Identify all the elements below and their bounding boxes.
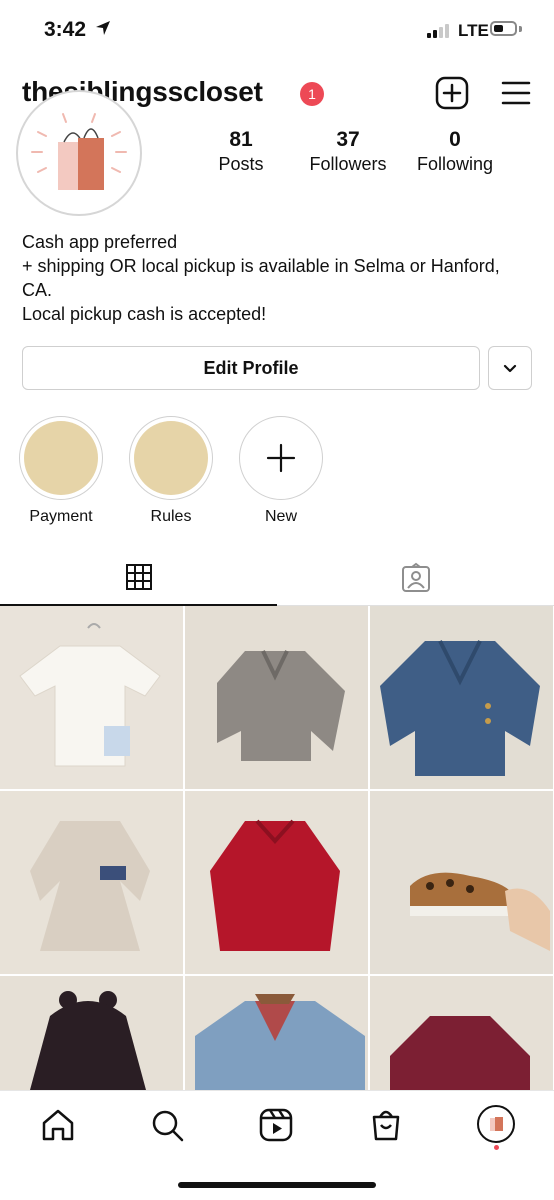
reels-icon[interactable] [256, 1105, 296, 1145]
tagged-person-icon [402, 562, 430, 592]
stat-following[interactable]: 0 Following [408, 128, 502, 175]
highlight-cover [134, 421, 208, 495]
highlight-rules[interactable]: Rules [128, 416, 214, 526]
stat-label: Followers [309, 154, 387, 174]
profile-tabs [0, 548, 554, 606]
red-coat-image [185, 791, 368, 974]
post-thumbnail[interactable] [185, 606, 368, 789]
post-thumbnail[interactable] [370, 791, 553, 974]
grid-icon [126, 564, 152, 590]
dark-hoodie-image [0, 976, 183, 1090]
maroon-dress-image [370, 976, 553, 1090]
bio-line: CA. [22, 280, 53, 300]
highlight-payment[interactable]: Payment [18, 416, 104, 526]
post-thumbnail[interactable] [0, 606, 183, 789]
highlight-label: New [264, 508, 297, 525]
stat-label: Following [416, 154, 494, 174]
tab-tagged[interactable] [277, 548, 554, 606]
stat-followers[interactable]: 37 Followers [298, 128, 398, 175]
stat-value: 37 [336, 128, 360, 151]
leopard-shoe-image [370, 791, 553, 974]
profile-tab-avatar[interactable] [477, 1105, 515, 1143]
post-thumbnail[interactable] [370, 976, 553, 1090]
home-icon[interactable] [38, 1105, 78, 1145]
edit-profile-button[interactable]: Edit Profile [22, 346, 480, 390]
denim-jacket-image [370, 606, 553, 789]
activity-dot [494, 1145, 499, 1150]
new-post-icon[interactable] [435, 76, 469, 110]
chevron-down-icon [503, 364, 517, 373]
location-arrow-icon [96, 21, 110, 35]
highlight-label: Payment [29, 508, 93, 525]
denim-plaid-shirt-image [185, 976, 368, 1090]
bio-line: Cash app preferred [22, 232, 178, 252]
gray-fleece-image [185, 606, 368, 789]
highlight-label: Rules [150, 508, 192, 525]
beige-dress-image [0, 791, 183, 974]
stat-posts[interactable]: 81 Posts [206, 128, 276, 175]
post-thumbnail[interactable] [185, 791, 368, 974]
post-thumbnail[interactable] [0, 791, 183, 974]
highlight-cover [24, 421, 98, 495]
stat-label: Posts [218, 154, 264, 174]
tab-posts-grid[interactable] [0, 548, 277, 606]
highlight-new[interactable]: New [238, 416, 324, 526]
notification-badge[interactable]: 1 [300, 82, 324, 106]
white-onesies-image [0, 606, 183, 789]
network-type: LTE [458, 21, 489, 40]
battery-icon [490, 21, 517, 36]
post-thumbnail[interactable] [0, 976, 183, 1090]
post-thumbnail[interactable] [370, 606, 553, 789]
avatar[interactable] [16, 90, 142, 216]
bio-line: Local pickup cash is accepted! [22, 304, 267, 324]
stat-value: 0 [449, 128, 461, 151]
bio-line: + shipping OR local pickup is available … [22, 256, 500, 276]
status-bar: 3:42 LTE [0, 0, 554, 62]
plus-icon [266, 443, 296, 473]
suggestions-button[interactable] [488, 346, 532, 390]
posts-grid [0, 606, 554, 1090]
post-thumbnail[interactable] [185, 976, 368, 1090]
shopping-bags-icon [31, 113, 127, 190]
signal-icon [427, 24, 449, 38]
status-time: 3:42 [44, 18, 87, 41]
menu-icon[interactable] [500, 78, 532, 108]
shopping-bags-icon [490, 1117, 503, 1131]
search-icon[interactable] [147, 1105, 187, 1145]
home-indicator [178, 1182, 376, 1188]
stat-value: 81 [229, 128, 253, 151]
profile-bio: Cash app preferred + shipping OR local p… [22, 230, 542, 326]
shop-bag-icon[interactable] [366, 1105, 406, 1145]
